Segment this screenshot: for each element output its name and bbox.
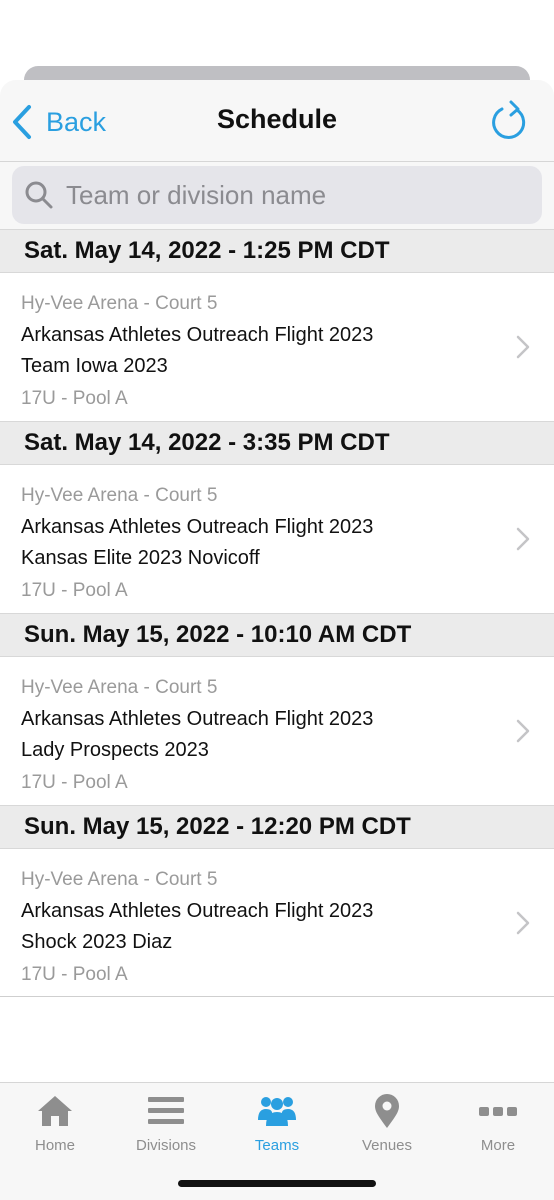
tab-label: More [480, 1137, 516, 1154]
more-icon [479, 1107, 517, 1116]
map-pin-icon [375, 1094, 399, 1128]
team-away: Shock 2023 Diaz [21, 931, 173, 953]
venue-label: Hy-Vee Arena - Court 5 [21, 293, 218, 314]
navigation-bar: Back Schedule [0, 80, 554, 162]
chevron-right-icon [516, 527, 530, 551]
team-away: Kansas Elite 2023 Novicoff [21, 547, 260, 569]
division-label: 17U - Pool A [21, 580, 128, 601]
venue-label: Hy-Vee Arena - Court 5 [21, 485, 218, 506]
tab-label: Divisions [135, 1137, 196, 1154]
search-bar [0, 162, 554, 230]
tab-teams[interactable]: Teams [222, 1093, 332, 1163]
chevron-right-icon [516, 911, 530, 935]
team-home: Arkansas Athletes Outreach Flight 2023 [21, 324, 374, 346]
game-row[interactable]: Hy-Vee Arena - Court 5 Arkansas Athletes… [0, 273, 554, 421]
date-header: Sun. May 15, 2022 - 10:10 AM CDT [0, 613, 554, 657]
team-home: Arkansas Athletes Outreach Flight 2023 [21, 516, 374, 538]
team-away: Team Iowa 2023 [21, 355, 168, 377]
tab-divisions[interactable]: Divisions [111, 1093, 221, 1163]
division-label: 17U - Pool A [21, 388, 128, 409]
tab-label: Teams [254, 1137, 300, 1154]
tab-venues[interactable]: Venues [332, 1093, 442, 1163]
tab-label: Home [34, 1137, 75, 1154]
game-row[interactable]: Hy-Vee Arena - Court 5 Arkansas Athletes… [0, 465, 554, 613]
tab-more[interactable]: More [443, 1093, 553, 1163]
division-label: 17U - Pool A [21, 964, 128, 985]
search-icon [25, 181, 53, 209]
team-icon [258, 1097, 296, 1126]
game-row[interactable]: Hy-Vee Arena - Court 5 Arkansas Athletes… [0, 657, 554, 805]
date-header: Sat. May 14, 2022 - 1:25 PM CDT [0, 229, 554, 273]
chevron-right-icon [516, 335, 530, 359]
list-icon [148, 1097, 184, 1124]
home-icon [38, 1096, 72, 1126]
refresh-icon[interactable] [490, 98, 530, 142]
team-away: Lady Prospects 2023 [21, 739, 209, 761]
team-home: Arkansas Athletes Outreach Flight 2023 [21, 708, 374, 730]
tab-home[interactable]: Home [0, 1093, 110, 1163]
division-label: 17U - Pool A [21, 772, 128, 793]
home-indicator[interactable] [178, 1180, 376, 1187]
chevron-right-icon [516, 719, 530, 743]
search-box[interactable] [12, 166, 542, 224]
search-input[interactable] [66, 179, 506, 211]
venue-label: Hy-Vee Arena - Court 5 [21, 869, 218, 890]
page-title: Schedule [216, 104, 338, 134]
schedule-list: Sat. May 14, 2022 - 1:25 PM CDT Hy-Vee A… [0, 229, 554, 997]
date-header: Sun. May 15, 2022 - 12:20 PM CDT [0, 805, 554, 849]
game-row[interactable]: Hy-Vee Arena - Court 5 Arkansas Athletes… [0, 849, 554, 997]
team-home: Arkansas Athletes Outreach Flight 2023 [21, 900, 374, 922]
tab-label: Venues [361, 1137, 413, 1154]
venue-label: Hy-Vee Arena - Court 5 [21, 677, 218, 698]
date-header: Sat. May 14, 2022 - 3:35 PM CDT [0, 421, 554, 465]
